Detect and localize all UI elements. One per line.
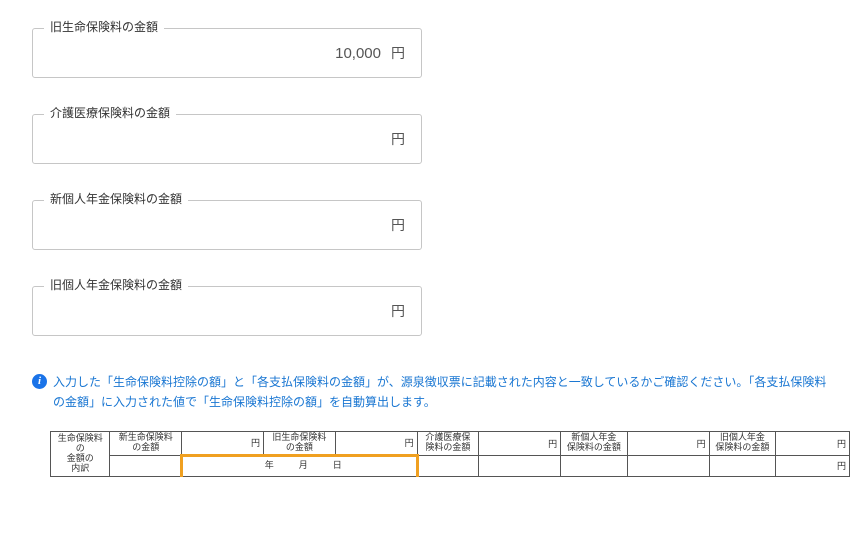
header-care-medical: 介護医療保険料の金額: [417, 431, 478, 455]
cell: 円: [776, 455, 850, 476]
input-box: 円: [32, 286, 422, 336]
new-pension-insurance-field: 新個人年金保険料の金額 円: [32, 200, 836, 250]
cell-old-life-amount: 円: [335, 431, 417, 455]
cell: [627, 455, 709, 476]
input-box: 円: [32, 114, 422, 164]
table-row: 生命保険料の金額の内訳 新生命保険料の金額 円 旧生命保険料の金額 円 介護医療…: [51, 431, 850, 455]
new-pension-input[interactable]: [49, 217, 391, 234]
cell-care-medical-amount: 円: [479, 431, 561, 455]
input-box: 円: [32, 200, 422, 250]
header-old-pension: 旧個人年金保険料の金額: [709, 431, 776, 455]
table-row: 年 月 日 円: [51, 455, 850, 476]
info-text: 入力した「生命保険料控除の額」と「各支払保険料の金額」が、源泉徴収票に記載された…: [53, 372, 836, 413]
unit-label: 円: [391, 215, 405, 235]
old-life-input[interactable]: [49, 45, 391, 62]
unit-label: 円: [391, 301, 405, 321]
header-new-life: 新生命保険料の金額: [110, 431, 182, 455]
cell-old-pension-amount: 円: [776, 431, 850, 455]
field-label: 介護医療保険料の金額: [44, 104, 176, 121]
cell: [479, 455, 561, 476]
cell-new-life-amount: 円: [182, 431, 264, 455]
cell-new-pension-amount: 円: [627, 431, 709, 455]
cell: [561, 455, 628, 476]
old-pension-input[interactable]: [49, 303, 391, 320]
cell: [709, 455, 776, 476]
header-new-pension: 新個人年金保険料の金額: [561, 431, 628, 455]
care-medical-input[interactable]: [49, 131, 391, 148]
cell: [110, 455, 182, 476]
field-label: 旧個人年金保険料の金額: [44, 276, 188, 293]
header-breakdown: 生命保険料の金額の内訳: [51, 431, 110, 476]
old-life-insurance-field: 旧生命保険料の金額 円: [32, 28, 836, 78]
label-text: 旧生命保険料の金額: [50, 18, 158, 35]
withholding-slip-preview: 生命保険料の金額の内訳 新生命保険料の金額 円 旧生命保険料の金額 円 介護医療…: [32, 431, 836, 477]
withholding-table: 生命保険料の金額の内訳 新生命保険料の金額 円 旧生命保険料の金額 円 介護医療…: [50, 431, 850, 477]
old-pension-insurance-field: 旧個人年金保険料の金額 円: [32, 286, 836, 336]
unit-label: 円: [391, 129, 405, 149]
label-text: 介護医療保険料の金額: [50, 104, 170, 121]
cell: [417, 455, 478, 476]
label-text: 旧個人年金保険料の金額: [50, 276, 182, 293]
highlighted-date-section: 年 月 日: [182, 455, 418, 476]
field-label: 新個人年金保険料の金額: [44, 190, 188, 207]
field-label: 旧生命保険料の金額: [44, 18, 164, 35]
unit-label: 円: [391, 43, 405, 63]
care-medical-insurance-field: 介護医療保険料の金額 円: [32, 114, 836, 164]
info-message: i 入力した「生命保険料控除の額」と「各支払保険料の金額」が、源泉徴収票に記載さ…: [32, 372, 836, 413]
header-old-life: 旧生命保険料の金額: [264, 431, 336, 455]
label-text: 新個人年金保険料の金額: [50, 190, 182, 207]
info-icon: i: [32, 374, 47, 389]
input-box: 円: [32, 28, 422, 78]
